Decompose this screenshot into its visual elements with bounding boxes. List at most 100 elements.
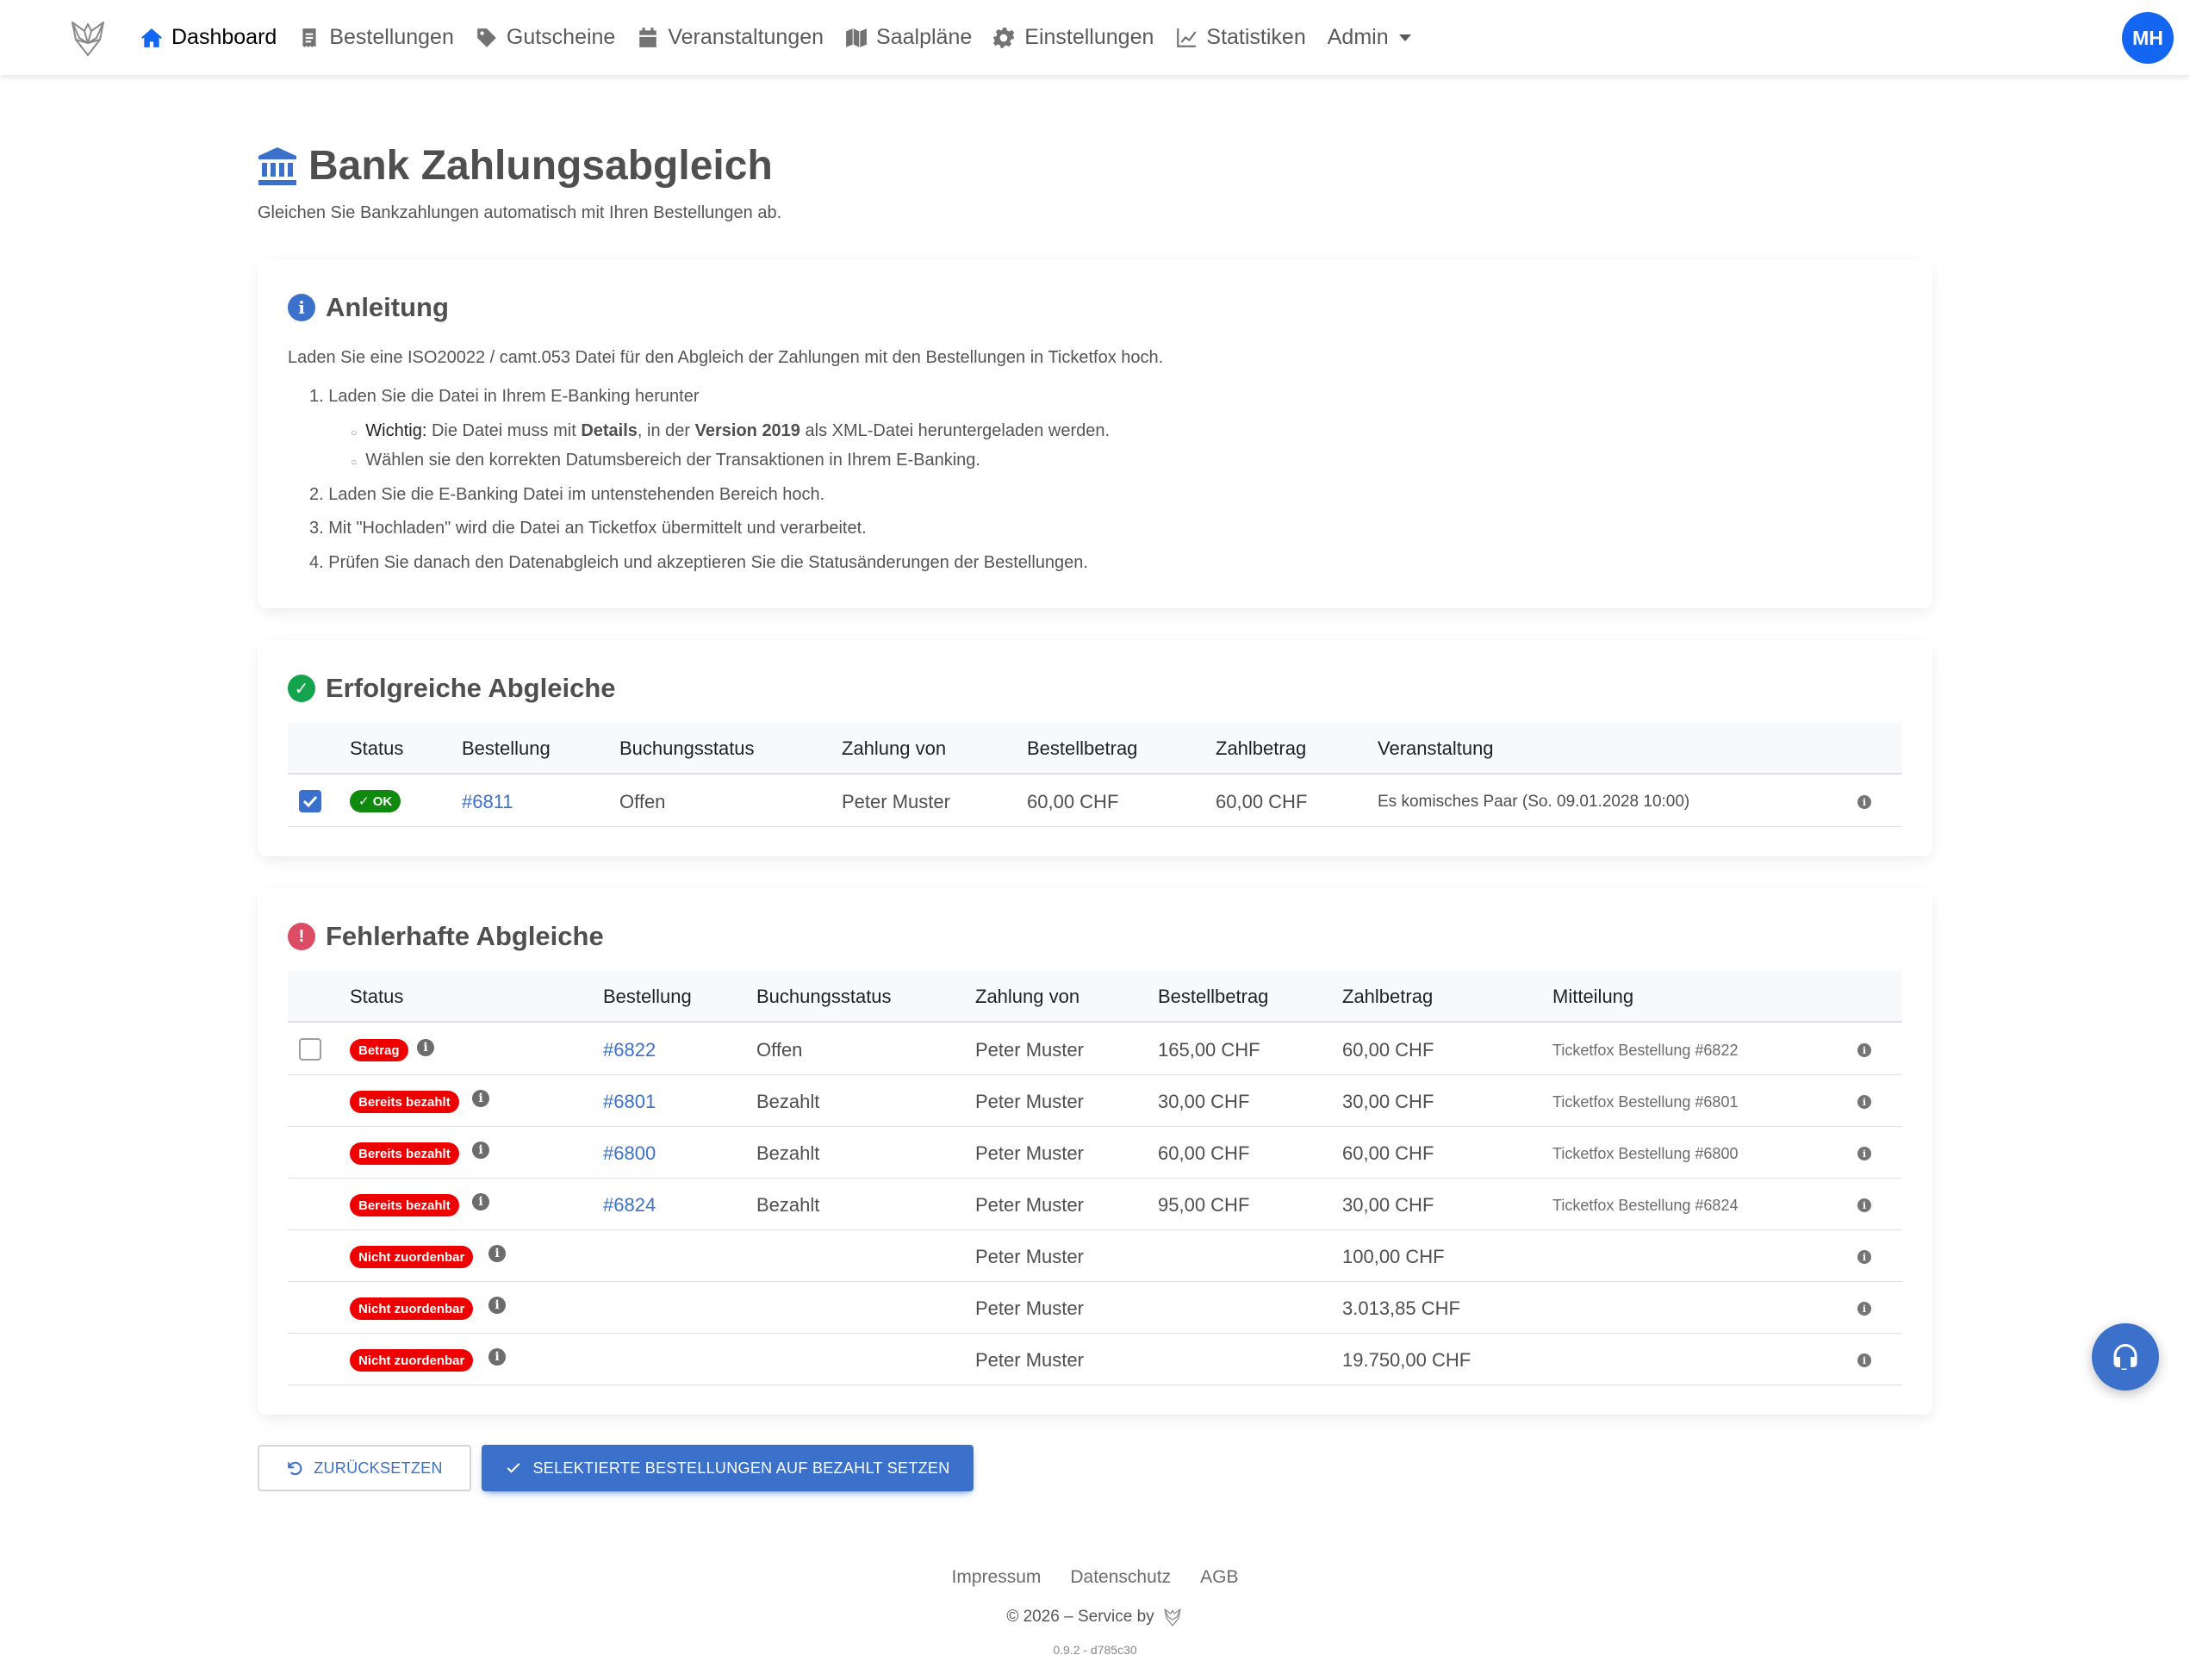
event-name: Es komisches Paar (So. 09.01.2028 10:00) xyxy=(1378,793,1690,811)
user-avatar[interactable]: MH xyxy=(2122,12,2174,64)
footer-link-impressum[interactable]: Impressum xyxy=(952,1567,1042,1588)
row-checkbox[interactable] xyxy=(299,1038,321,1061)
payer: Peter Muster xyxy=(975,1297,1084,1319)
apply-paid-button[interactable]: SELEKTIERTE BESTELLUNGEN AUF BEZAHLT SET… xyxy=(482,1445,974,1491)
guide-intro: Laden Sie eine ISO20022 / camt.053 Datei… xyxy=(288,348,1164,367)
guide-title: Anleitung xyxy=(326,292,449,322)
table-row: Bereits bezahlt i #6824 Bezahlt Peter Mu… xyxy=(288,1179,1902,1230)
paid-amount: 30,00 CHF xyxy=(1342,1091,1434,1112)
status-badge: Bereits bezahlt xyxy=(350,1091,459,1113)
info-icon[interactable]: i xyxy=(1857,1147,1871,1160)
col-bestellung: Bestellung xyxy=(603,986,692,1007)
success-card: ✓ Erfolgreiche Abgleiche Status Bestellu… xyxy=(258,640,1932,856)
nav-einstellungen[interactable]: Einstellungen xyxy=(993,25,1154,50)
receipt-icon xyxy=(302,28,316,47)
reset-button[interactable]: ZURÜCKSETZEN xyxy=(258,1445,471,1491)
footer-link-agb[interactable]: AGB xyxy=(1200,1567,1238,1588)
home-icon xyxy=(141,28,162,47)
footer-copyright-text: © 2026 – Service by xyxy=(1006,1608,1154,1626)
order-link[interactable]: #6801 xyxy=(603,1091,656,1113)
nav-bestellungen[interactable]: Bestellungen xyxy=(298,25,454,50)
nav-gutscheine[interactable]: Gutscheine xyxy=(476,25,615,50)
paid-amount: 60,00 CHF xyxy=(1342,1142,1434,1164)
guide-sub1-f: als XML-Datei heruntergeladen werden. xyxy=(805,421,1111,440)
support-button[interactable] xyxy=(2092,1323,2159,1391)
info-icon[interactable]: i xyxy=(1857,1198,1871,1212)
info-icon[interactable]: i xyxy=(1857,1353,1871,1367)
nav-gutscheine-label: Gutscheine xyxy=(506,25,616,49)
status-info-icon[interactable]: i xyxy=(417,1039,434,1056)
col-zahlung-von: Zahlung von xyxy=(842,737,947,759)
bank-icon xyxy=(258,146,296,185)
error-title: Fehlerhafte Abgleiche xyxy=(326,921,604,951)
guide-step-2: 2. Laden Sie die E-Banking Datei im unte… xyxy=(309,485,825,504)
chart-line-icon xyxy=(1177,28,1197,47)
guide-sub2-text: Wählen sie den korrekten Datumsbereich d… xyxy=(365,451,980,470)
bullet-circle-icon: ○ xyxy=(351,456,358,468)
info-icon[interactable]: i xyxy=(1857,1095,1871,1109)
paid-amount: 3.013,85 CHF xyxy=(1342,1297,1460,1319)
nav-admin-dropdown[interactable]: Admin xyxy=(1328,25,1411,50)
order-link[interactable]: #6800 xyxy=(603,1142,656,1165)
status-badge: Betrag xyxy=(350,1039,408,1061)
nav-dashboard[interactable]: Dashboard xyxy=(140,25,277,50)
exclamation-circle-icon: ! xyxy=(288,923,315,950)
status-badge: Nicht zuordenbar xyxy=(350,1349,474,1372)
page-title: Bank Zahlungsabgleich xyxy=(257,142,773,190)
success-table-header: Status Bestellung Buchungsstatus Zahlung… xyxy=(288,723,1902,775)
guide-step-4: 4. Prüfen Sie danach den Datenabgleich u… xyxy=(309,553,1088,572)
bullet-circle-icon: ○ xyxy=(351,426,358,439)
order-link[interactable]: #6822 xyxy=(603,1039,656,1061)
status-info-icon[interactable]: i xyxy=(488,1348,506,1366)
order-amount: 95,00 CHF xyxy=(1158,1194,1250,1216)
status-badge: Bereits bezahlt xyxy=(350,1194,459,1216)
error-card: ! Fehlerhafte Abgleiche Status Bestellun… xyxy=(258,888,1932,1415)
status-badge: Nicht zuordenbar xyxy=(350,1246,474,1268)
guide-step-3: 3. Mit "Hochladen" wird die Datei an Tic… xyxy=(309,519,867,538)
col-status: Status xyxy=(350,737,404,759)
payer: Peter Muster xyxy=(975,1142,1084,1164)
paid-amount: 60,00 CHF xyxy=(1216,791,1308,812)
status-info-icon[interactable]: i xyxy=(488,1297,506,1314)
guide-step-1: 1. Laden Sie die Datei in Ihrem E-Bankin… xyxy=(309,387,700,406)
info-icon[interactable]: i xyxy=(1857,795,1871,809)
nav-statistiken[interactable]: Statistiken xyxy=(1175,25,1306,50)
col-bestellbetrag: Bestellbetrag xyxy=(1027,737,1138,759)
page-title-text: Bank Zahlungsabgleich xyxy=(308,143,773,189)
guide-sub1-b: Die Datei muss mit xyxy=(431,421,576,440)
footer-link-datenschutz[interactable]: Datenschutz xyxy=(1070,1567,1171,1588)
paid-amount: 30,00 CHF xyxy=(1342,1194,1434,1216)
info-icon[interactable]: i xyxy=(1857,1250,1871,1264)
col-mitteilung: Mitteilung xyxy=(1552,986,1634,1007)
status-info-icon[interactable]: i xyxy=(488,1245,506,1262)
status-info-icon[interactable]: i xyxy=(472,1193,489,1210)
booking-status: Bezahlt xyxy=(756,1091,820,1112)
order-link[interactable]: #6824 xyxy=(603,1194,656,1216)
nav-statistiken-label: Statistiken xyxy=(1206,25,1306,49)
nav-admin-label: Admin xyxy=(1327,25,1389,49)
table-row: Nicht zuordenbar i Peter Muster 100,00 C… xyxy=(288,1230,1902,1282)
nav-saalplaene[interactable]: Saalpläne xyxy=(845,25,972,50)
fox-logo-icon[interactable] xyxy=(65,16,110,60)
check-icon xyxy=(507,1463,520,1473)
guide-substep-2: ○ Wählen sie den korrekten Datumsbereich … xyxy=(351,451,980,470)
page-subtitle: Gleichen Sie Bankzahlungen automatisch m… xyxy=(258,203,782,222)
table-row: Bereits bezahlt i #6801 Bezahlt Peter Mu… xyxy=(288,1075,1902,1127)
footer-copyright: © 2026 – Service by xyxy=(0,1606,2190,1628)
status-info-icon[interactable]: i xyxy=(472,1142,489,1159)
booking-status: Bezahlt xyxy=(756,1194,820,1216)
chevron-down-icon xyxy=(1398,34,1411,41)
table-row: Betrag i #6822 Offen Peter Muster 165,00… xyxy=(288,1024,1902,1075)
check-icon xyxy=(302,795,318,808)
nav-veranstaltungen[interactable]: Veranstaltungen xyxy=(637,25,824,50)
nav-veranstaltungen-label: Veranstaltungen xyxy=(668,25,824,49)
info-icon[interactable]: i xyxy=(1857,1302,1871,1316)
info-icon[interactable]: i xyxy=(1857,1043,1871,1057)
payer: Peter Muster xyxy=(975,1349,1084,1371)
row-checkbox[interactable] xyxy=(299,790,321,812)
order-amount: 60,00 CHF xyxy=(1158,1142,1250,1164)
col-buchungsstatus: Buchungsstatus xyxy=(756,986,892,1007)
order-link[interactable]: #6811 xyxy=(462,791,513,813)
payer: Peter Muster xyxy=(975,1194,1084,1216)
status-info-icon[interactable]: i xyxy=(472,1090,489,1107)
